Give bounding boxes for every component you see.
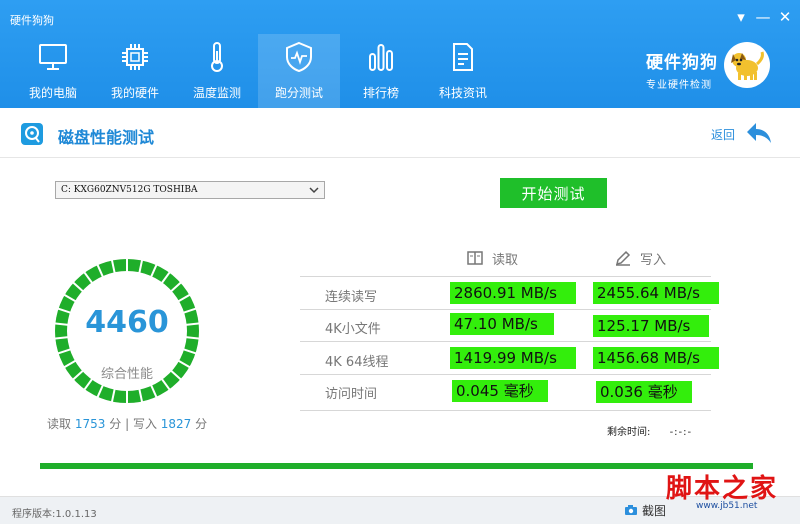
remaining-time: 剩余时间: -:-:-: [607, 423, 692, 438]
nav-label: 我的硬件: [110, 86, 159, 100]
chip-icon: [118, 40, 152, 74]
nav-item-tech-news[interactable]: 科技资讯: [422, 34, 504, 108]
table-row-label: 访问时间: [325, 387, 378, 402]
brand-slogan: 专业硬件检测: [646, 80, 712, 91]
screenshot-button[interactable]: 截图: [624, 502, 666, 518]
read-value: 0.045 毫秒: [452, 380, 548, 402]
write-value: 0.036 毫秒: [596, 381, 692, 403]
nav-label: 跑分测试: [274, 86, 323, 100]
table-divider: [300, 276, 711, 277]
test-progress-fill: [40, 463, 753, 469]
table-row-label: 4K小文件: [325, 322, 381, 337]
read-value: 47.10 MB/s: [450, 313, 554, 335]
read-score-value: 1753: [74, 417, 106, 431]
read-score-unit: 分: [109, 417, 122, 431]
score-breakdown: 读取 1753 分 | 写入 1827 分: [47, 415, 207, 432]
chevron-down-icon: [308, 183, 320, 197]
menu-dropdown-icon[interactable]: ▾: [730, 6, 752, 28]
table-divider: [300, 309, 711, 310]
screenshot-label: 截图: [642, 503, 667, 518]
table-row-label: 4K 64线程: [325, 355, 389, 370]
read-value: 2860.91 MB/s: [450, 282, 576, 304]
read-score-label: 读取: [47, 417, 72, 431]
overall-score: 4460: [85, 305, 169, 340]
drive-select-value: C: KXG60ZNV512G TOSHIBA: [61, 185, 198, 195]
brand-name: 硬件狗狗: [646, 53, 718, 73]
main-nav: 我的电脑 我的硬件 温度监测 跑分测试 排行榜 科技资讯: [12, 34, 504, 108]
read-value: 1419.99 MB/s: [450, 347, 576, 369]
camera-icon: [624, 504, 638, 516]
table-row-label: 连续读写: [325, 290, 378, 305]
write-value: 2455.64 MB/s: [593, 282, 719, 304]
remaining-time-label: 剩余时间:: [607, 427, 651, 438]
drive-select[interactable]: C: KXG60ZNV512G TOSHIBA: [55, 181, 325, 199]
disk-test-icon: [20, 122, 44, 146]
site-watermark: 脚本之家 www.jb51.net: [666, 468, 796, 511]
nav-item-temperature[interactable]: 温度监测: [176, 34, 258, 108]
back-arrow-icon[interactable]: [744, 120, 774, 146]
benchmark-shield-icon: [282, 40, 316, 74]
program-version: 程序版本:1.0.1.13: [12, 509, 97, 520]
table-divider: [300, 341, 711, 342]
write-value: 125.17 MB/s: [593, 315, 709, 337]
nav-label: 温度监测: [192, 86, 241, 100]
nav-label: 排行榜: [362, 86, 399, 100]
section-header: 磁盘性能测试 返回: [0, 108, 800, 158]
write-value: 1456.68 MB/s: [593, 347, 719, 369]
watermark-url: www.jb51.net: [696, 501, 758, 511]
write-score-label: 写入: [132, 417, 157, 431]
write-column-header: 写入: [614, 249, 667, 268]
nav-label: 我的电脑: [28, 86, 77, 100]
write-header-label: 写入: [640, 252, 667, 268]
nav-label: 科技资讯: [438, 86, 487, 100]
app-window: 硬件狗狗 ▾ — ✕ 我的电脑 我的硬件 温度监测 跑分测试 排行榜 科技资讯 …: [0, 0, 800, 524]
nav-item-ranking[interactable]: 排行榜: [340, 34, 422, 108]
table-divider: [300, 410, 711, 411]
thermometer-icon: [200, 40, 234, 74]
news-document-icon: [446, 40, 480, 74]
remaining-time-value: -:-:-: [669, 427, 693, 438]
header-bar: 硬件狗狗 ▾ — ✕ 我的电脑 我的硬件 温度监测 跑分测试 排行榜 科技资讯 …: [0, 0, 800, 108]
monitor-icon: [36, 40, 70, 74]
back-link[interactable]: 返回: [711, 126, 735, 143]
dog-logo-icon: [724, 42, 770, 88]
nav-item-my-hardware[interactable]: 我的硬件: [94, 34, 176, 108]
pencil-icon: [614, 249, 632, 267]
table-divider: [300, 374, 711, 375]
nav-item-benchmark[interactable]: 跑分测试: [258, 34, 340, 108]
read-header-label: 读取: [492, 252, 519, 268]
brand: 硬件狗狗 专业硬件检测: [646, 48, 726, 91]
nav-item-my-computer[interactable]: 我的电脑: [12, 34, 94, 108]
minimize-button[interactable]: —: [752, 6, 774, 28]
start-test-button[interactable]: 开始测试: [500, 178, 607, 208]
close-button[interactable]: ✕: [774, 6, 796, 28]
ranking-bars-icon: [364, 40, 398, 74]
score-separator: |: [125, 417, 130, 431]
section-title: 磁盘性能测试: [58, 128, 155, 147]
watermark-text: 脚本之家: [666, 474, 779, 504]
read-column-header: 读取: [466, 249, 519, 268]
test-progress-bar: [40, 463, 753, 469]
overall-score-label: 综合性能: [100, 367, 153, 382]
write-score-unit: 分: [195, 417, 208, 431]
book-icon: [466, 249, 484, 267]
window-title: 硬件狗狗: [10, 14, 54, 27]
write-score-value: 1827: [160, 417, 192, 431]
